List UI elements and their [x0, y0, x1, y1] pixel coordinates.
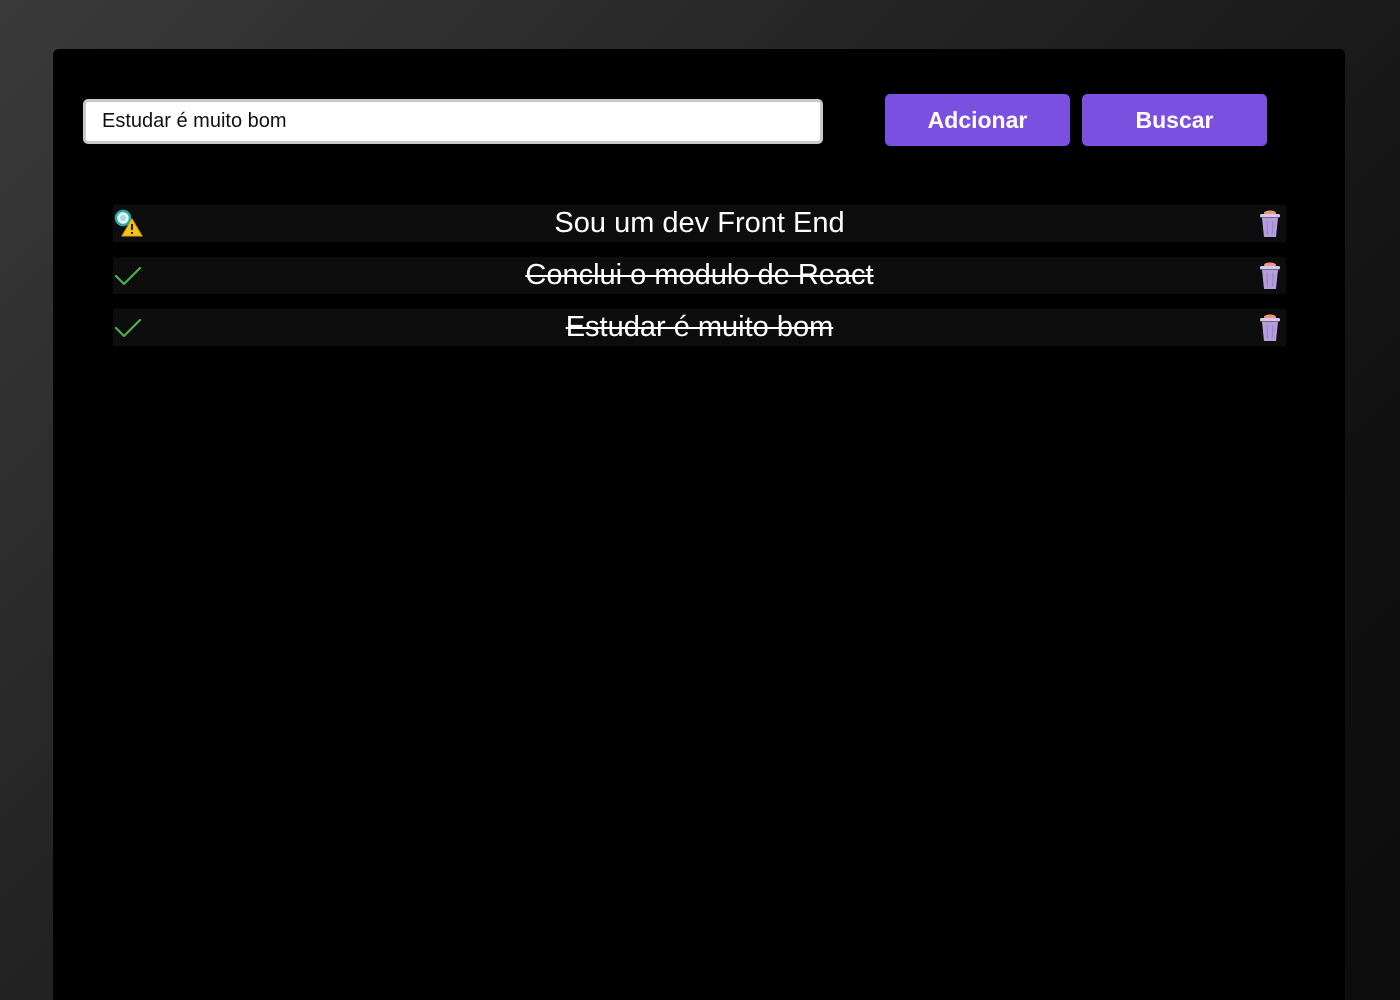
task-input[interactable]: [83, 99, 823, 144]
task-row: Sou um dev Front End: [113, 205, 1286, 242]
task-list: Sou um dev Front End Conclui o modulo de…: [113, 205, 1286, 361]
add-button[interactable]: Adcionar: [885, 94, 1070, 146]
trash-icon[interactable]: [1258, 261, 1282, 290]
search-button[interactable]: Buscar: [1082, 94, 1267, 146]
task-row: Estudar é muito bom: [113, 309, 1286, 346]
task-text: Estudar é muito bom: [565, 311, 834, 343]
task-row: Conclui o modulo de React: [113, 257, 1286, 294]
check-icon[interactable]: [113, 260, 143, 290]
todo-app-panel: Adcionar Buscar Sou um dev Front End: [53, 49, 1345, 1000]
task-text: Sou um dev Front End: [554, 207, 845, 239]
pending-warning-icon[interactable]: [113, 208, 143, 238]
trash-icon[interactable]: [1258, 313, 1282, 342]
check-icon[interactable]: [113, 312, 143, 342]
trash-icon[interactable]: [1258, 209, 1282, 238]
task-text: Conclui o modulo de React: [525, 259, 874, 291]
